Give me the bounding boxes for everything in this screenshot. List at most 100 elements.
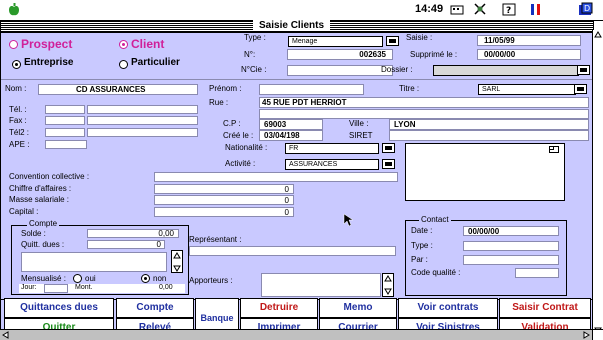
- solde-field[interactable]: 0,00: [87, 229, 179, 238]
- tel2-field[interactable]: [87, 128, 198, 137]
- representant-field[interactable]: [189, 246, 396, 256]
- compte-button[interactable]: Compte: [116, 298, 194, 318]
- convention-label: Convention collective :: [9, 172, 90, 181]
- convention-field[interactable]: [154, 172, 398, 182]
- prospect-label: Prospect: [21, 37, 73, 51]
- detruire-button[interactable]: Detruire: [240, 298, 318, 318]
- scroll-left-icon[interactable]: [2, 331, 10, 339]
- quittances-dues-button[interactable]: Quittances dues: [4, 298, 114, 318]
- quitt-field[interactable]: 0: [87, 240, 165, 249]
- compte-scroller[interactable]: [171, 250, 183, 273]
- ville-field[interactable]: LYON: [389, 119, 589, 130]
- no-value: 002635: [359, 50, 386, 59]
- scroll-arrows-icon: [173, 252, 181, 272]
- svg-text:D: D: [584, 4, 590, 13]
- cp-label: C.P :: [223, 119, 241, 128]
- jour-field[interactable]: [44, 284, 68, 293]
- jour-label: Jour:: [21, 284, 37, 291]
- ville-label: Ville :: [349, 119, 369, 128]
- mensualise-label: Mensualisé :: [21, 274, 66, 283]
- scroll-arrows-icon: [384, 275, 392, 295]
- apporteurs-scroller[interactable]: [382, 273, 394, 297]
- keyboard-icon[interactable]: [450, 3, 464, 16]
- contact-par-field[interactable]: [463, 255, 559, 265]
- header-divider: [1, 79, 593, 80]
- horizontal-scrollbar[interactable]: [0, 329, 592, 340]
- cp-field[interactable]: 69003: [259, 119, 323, 130]
- rue-label: Rue :: [209, 98, 229, 107]
- resize-box[interactable]: [592, 329, 603, 340]
- ncie-label: N°Cie :: [241, 65, 267, 74]
- siret-field[interactable]: [389, 130, 589, 141]
- capital-label: Capital :: [9, 207, 39, 216]
- tel-prefix-field[interactable]: [45, 105, 85, 114]
- window-titlebar[interactable]: Saisie Clients: [1, 20, 593, 33]
- contact-date-field[interactable]: 00/00/00: [463, 226, 559, 236]
- saisie-field[interactable]: 11/05/99: [477, 35, 581, 46]
- activite-select[interactable]: ASSURANCES: [285, 159, 379, 170]
- fax-field[interactable]: [87, 116, 198, 125]
- masse-field[interactable]: 0: [154, 195, 294, 205]
- dossier-select-button[interactable]: [577, 65, 590, 75]
- voir-contrats-button[interactable]: Voir contrats: [398, 298, 498, 318]
- french-flag-icon[interactable]: [530, 3, 542, 16]
- vertical-scrollbar[interactable]: [592, 30, 603, 340]
- client-radio[interactable]: [119, 40, 128, 49]
- apporteurs-label: Apporteurs :: [189, 276, 233, 285]
- activite-select-button[interactable]: [382, 159, 395, 169]
- tel2-label: Tél2 :: [9, 128, 30, 137]
- mensualise-non-radio[interactable]: [141, 274, 150, 283]
- prenom-field[interactable]: [259, 84, 364, 95]
- quitt-value: 0: [156, 240, 161, 249]
- titre-select[interactable]: SARL: [478, 84, 576, 95]
- memo-button[interactable]: Memo: [319, 298, 397, 318]
- entreprise-radio[interactable]: [12, 60, 21, 69]
- apple-menu-icon[interactable]: [8, 3, 20, 17]
- code-qualite-field[interactable]: [515, 268, 559, 278]
- tel-field[interactable]: [87, 105, 198, 114]
- nom-field[interactable]: CD ASSURANCES: [38, 84, 198, 95]
- notes-box[interactable]: [405, 143, 565, 201]
- application-icon[interactable]: D: [578, 2, 594, 17]
- mensualise-oui-radio[interactable]: [73, 274, 82, 283]
- dossier-select[interactable]: [433, 65, 579, 76]
- saisir-contrat-button[interactable]: Saisir Contrat: [499, 298, 591, 318]
- capital-field[interactable]: 0: [154, 207, 294, 217]
- mouse-cursor-icon: [343, 213, 353, 227]
- tel2-prefix-field[interactable]: [45, 128, 85, 137]
- type-select[interactable]: Menage: [288, 36, 383, 47]
- tel-label: Tél. :: [9, 105, 27, 114]
- apporteurs-field[interactable]: [261, 273, 381, 297]
- titre-select-button[interactable]: [574, 84, 587, 94]
- nom-value: CD ASSURANCES: [76, 85, 146, 94]
- rue-field[interactable]: 45 RUE PDT HERRIOT: [259, 97, 589, 108]
- cree-field[interactable]: 03/04/198: [259, 130, 323, 141]
- network-icon[interactable]: [473, 2, 487, 16]
- type-select-button[interactable]: [386, 36, 399, 46]
- menubar: 14:49 ? D: [0, 0, 603, 21]
- particulier-radio[interactable]: [119, 60, 128, 69]
- ville-value: LYON: [394, 120, 416, 129]
- nationalite-select[interactable]: FR: [285, 143, 379, 154]
- fax-prefix-field[interactable]: [45, 116, 85, 125]
- fax-label: Fax :: [9, 116, 27, 125]
- ape-field[interactable]: [45, 140, 87, 149]
- compte-notes-field[interactable]: [21, 252, 167, 272]
- contact-type-field[interactable]: [463, 241, 559, 251]
- cp-value: 69003: [264, 120, 287, 129]
- supprime-field[interactable]: 00/00/00: [477, 49, 581, 60]
- help-icon[interactable]: ?: [502, 3, 516, 16]
- saisie-clients-window: Saisie Clients Prospect Client Entrepris…: [0, 20, 594, 340]
- expand-icon[interactable]: [549, 146, 559, 153]
- prospect-radio[interactable]: [9, 40, 18, 49]
- scroll-right-icon[interactable]: [582, 331, 590, 339]
- nationalite-select-button[interactable]: [382, 143, 395, 153]
- saisie-label: Saisie :: [406, 33, 433, 42]
- rue-line2-field[interactable]: [259, 109, 589, 119]
- rue-value: 45 RUE PDT HERRIOT: [262, 98, 347, 107]
- scroll-up-icon[interactable]: [594, 31, 602, 39]
- ncie-field[interactable]: [287, 65, 393, 76]
- type-label: Type :: [244, 33, 266, 42]
- ca-field[interactable]: 0: [154, 184, 294, 194]
- no-field[interactable]: 002635: [287, 49, 393, 60]
